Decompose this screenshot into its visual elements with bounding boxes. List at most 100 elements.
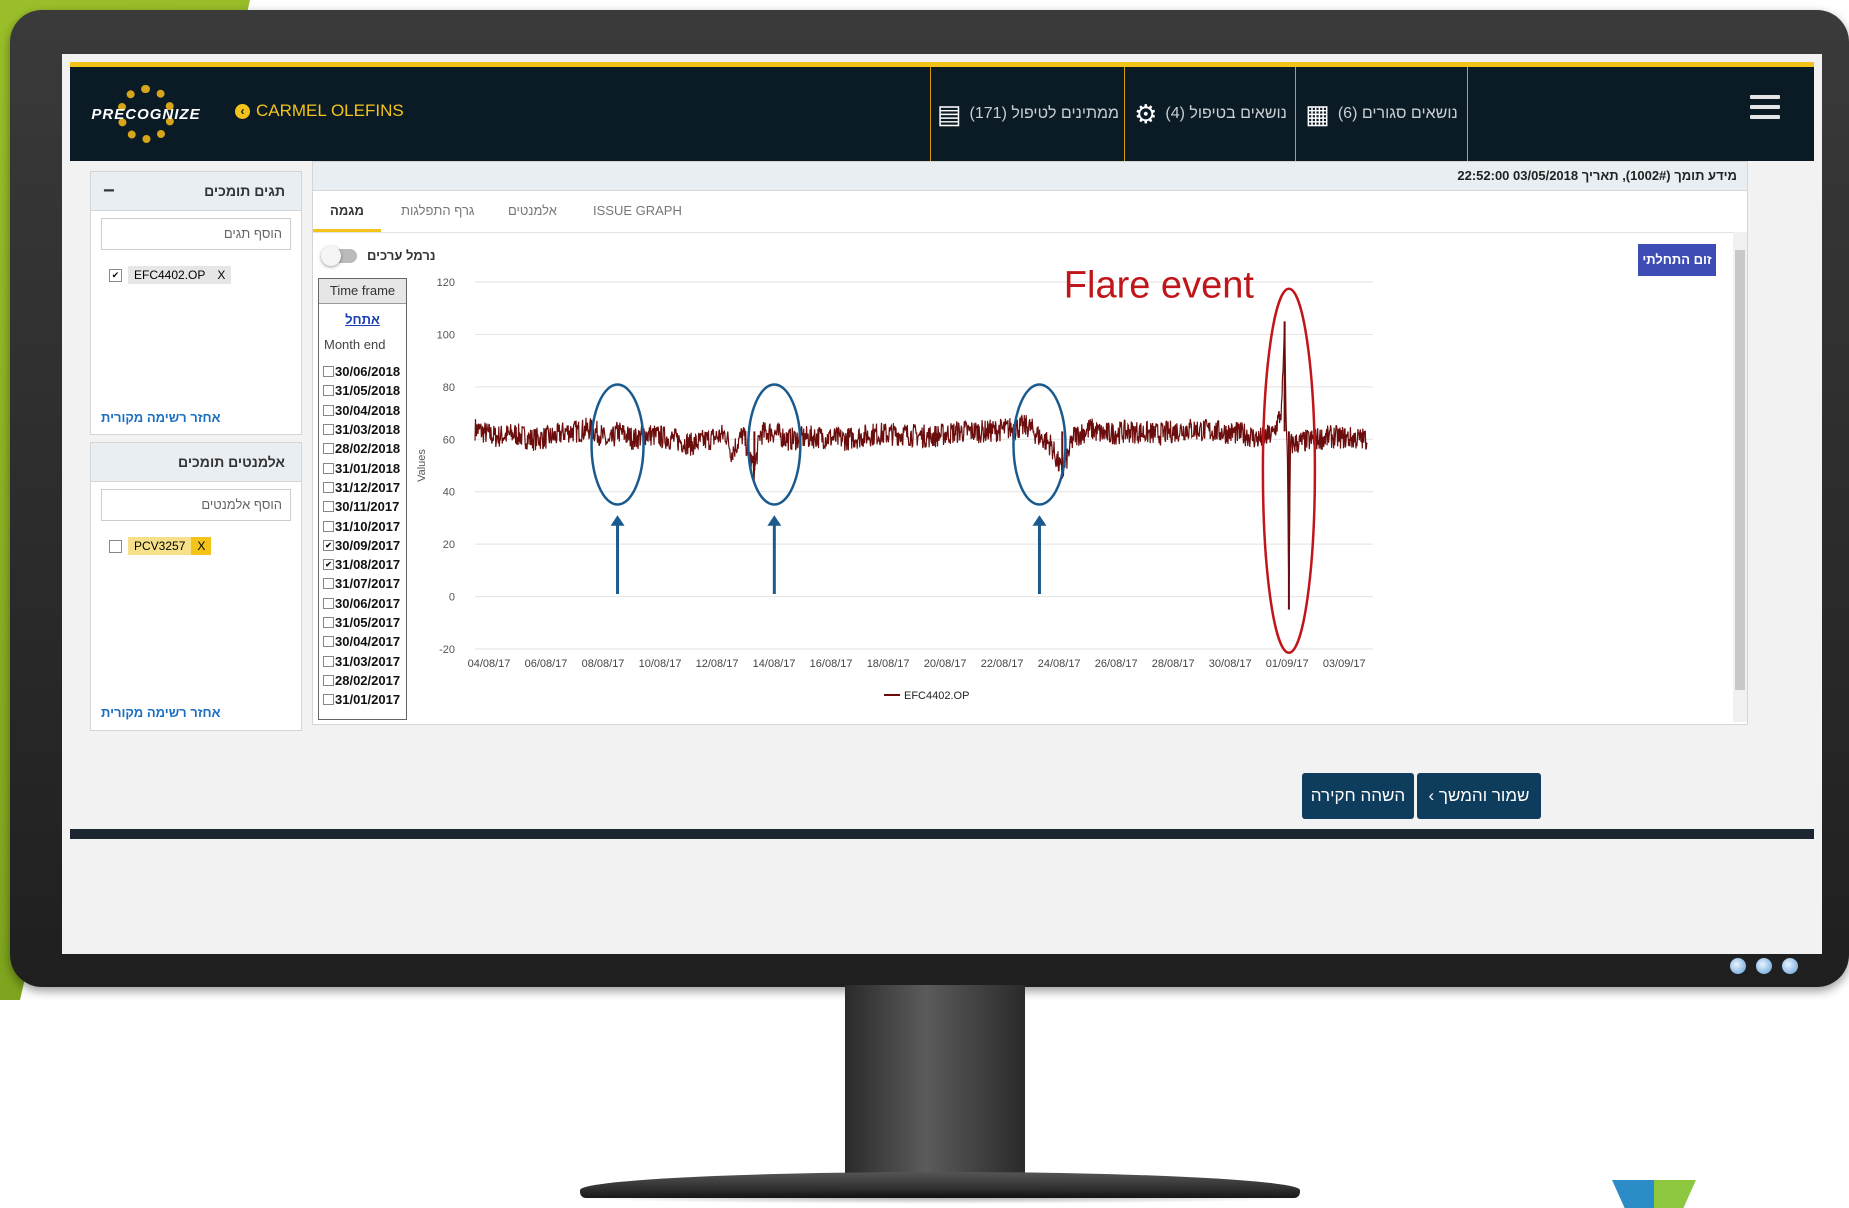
archive-icon: ▦ [1305, 98, 1330, 129]
timeframe-checkbox[interactable] [323, 462, 334, 474]
timeframe-checkbox[interactable] [323, 366, 334, 378]
timeframe-checkbox[interactable] [323, 424, 334, 436]
timeframe-item[interactable]: 31/05/2017 [319, 613, 406, 632]
y-tick-label: 20 [443, 539, 455, 551]
restore-list-link[interactable]: אחזר רשימה מקורית [101, 410, 221, 425]
timeframe-checkbox[interactable]: ✔ [323, 539, 334, 551]
bottom-status-bar [70, 829, 1814, 839]
timeframe-item[interactable]: 30/04/2017 [319, 632, 406, 651]
legend-label: EFC4402.OP [904, 690, 969, 702]
scrollbar[interactable] [1733, 232, 1747, 722]
timeframe-date: 31/05/2018 [335, 383, 401, 399]
timeframe-date: 31/07/2017 [335, 576, 401, 592]
timeframe-checkbox[interactable] [323, 520, 334, 532]
tab-trend[interactable]: מגמה [313, 190, 381, 232]
remove-tag-button[interactable]: X [211, 266, 232, 284]
timeframe-date: 31/10/2017 [335, 518, 401, 534]
timeframe-checkbox[interactable] [323, 443, 334, 455]
element-chip: PCV3257 X [109, 537, 212, 555]
save-continue-button[interactable]: שמור והמשך › [1417, 773, 1541, 819]
add-elements-input[interactable]: הוסף אלמנטים [101, 489, 291, 521]
timeframe-date: 30/04/2018 [335, 402, 401, 418]
nav-pending[interactable]: ▤ ממתינים לטיפול (171) [930, 67, 1125, 161]
timeframe-item[interactable]: 31/03/2018 [319, 420, 406, 439]
x-tick-label: 01/09/17 [1266, 658, 1309, 670]
logo[interactable]: PRECOGNIZE [84, 85, 208, 143]
plant-selector[interactable]: ‹ CARMEL OLEFINS [235, 101, 404, 121]
timeframe-checkbox[interactable] [323, 404, 334, 416]
scrollbar-thumb[interactable] [1735, 250, 1745, 690]
tag-chip: ✔ EFC4402.OP X [109, 266, 232, 284]
timeframe-item[interactable]: 31/07/2017 [319, 574, 406, 593]
timeframe-checkbox[interactable] [323, 597, 334, 609]
nav-closed[interactable]: ▦ נושאים סגורים (6) [1295, 67, 1468, 161]
x-tick-label: 28/08/17 [1152, 658, 1195, 670]
x-tick-label: 08/08/17 [582, 658, 625, 670]
normalize-label: נרמל ערכים [367, 248, 436, 263]
series-line-efc4402 [474, 324, 1368, 602]
reset-link[interactable]: אתחל [319, 312, 406, 327]
stand-shadow [560, 1190, 1320, 1204]
add-tags-input[interactable]: הוסף תגים [101, 218, 291, 250]
annotation-arrowhead [767, 515, 782, 526]
timeframe-list: 30/06/2018 31/05/2018 30/04/2018 31/03/2018… [319, 362, 406, 709]
timeframe-item[interactable]: 30/06/2017 [319, 594, 406, 613]
nav-in-progress-label: נושאים בטיפול (4) [1165, 105, 1287, 122]
timeframe-item[interactable]: 30/06/2018 [319, 362, 406, 381]
y-tick-label: 60 [443, 434, 455, 446]
timeframe-item[interactable]: 31/05/2018 [319, 381, 406, 400]
support-tags-panel: תגים תומכים − הוסף תגים ✔ EFC4402.OP X א… [90, 171, 302, 435]
trend-chart[interactable]: 120 100 80 60 40 20 0 -20 Values 04/08/17 06/08/17… [413, 265, 1423, 732]
tab-elements[interactable]: אלמנטים [508, 190, 557, 232]
timeframe-checkbox[interactable] [323, 694, 334, 706]
hamburger-icon[interactable] [1750, 95, 1780, 125]
tab-issue-graph[interactable]: ISSUE GRAPH [593, 190, 682, 232]
support-info-header: מידע תומך (1002#), תאריך 03/05/2018 22:5… [313, 162, 1747, 191]
timeframe-item[interactable]: ✔ 31/08/2017 [319, 555, 406, 574]
timeframe-item[interactable]: 28/02/2017 [319, 671, 406, 690]
tab-distribution[interactable]: גרף התפלגות [401, 190, 474, 232]
timeframe-checkbox[interactable]: ✔ [323, 559, 334, 571]
timeframe-checkbox[interactable] [323, 385, 334, 397]
x-tick-label: 03/09/17 [1323, 658, 1366, 670]
timeframe-checkbox[interactable] [323, 501, 334, 513]
element-checkbox[interactable] [109, 539, 122, 553]
y-tick-label: 80 [443, 382, 455, 394]
y-tick-label: 100 [437, 329, 455, 341]
collapse-button[interactable]: − [103, 172, 115, 210]
normalize-toggle[interactable] [321, 245, 357, 266]
nav-in-progress[interactable]: ⚙ נושאים בטיפול (4) [1124, 67, 1296, 161]
tag-checkbox[interactable]: ✔ [109, 268, 122, 282]
timeframe-item[interactable]: 30/04/2018 [319, 401, 406, 420]
timeframe-checkbox[interactable] [323, 617, 334, 628]
monitor-frame: PRECOGNIZE ‹ CARMEL OLEFINS ▤ ממתינים לט… [10, 10, 1849, 987]
timeframe-item[interactable]: ✔ 30/09/2017 [319, 536, 406, 555]
restore-list-link[interactable]: אחזר רשימה מקורית [101, 705, 221, 720]
timeframe-item[interactable]: 31/10/2017 [319, 516, 406, 535]
timeframe-checkbox[interactable] [323, 674, 334, 686]
timeframe-checkbox[interactable] [323, 636, 334, 648]
timeframe-checkbox[interactable] [323, 655, 334, 667]
monitor-indicator-lights [1730, 958, 1798, 974]
annotation-arrowhead [1032, 515, 1047, 526]
timeframe-date: 30/11/2017 [335, 499, 400, 515]
timeframe-checkbox[interactable] [323, 481, 334, 493]
remove-element-button[interactable]: X [191, 537, 212, 555]
timeframe-item[interactable]: 31/01/2017 [319, 690, 406, 709]
timeframe-checkbox[interactable] [323, 578, 334, 590]
x-tick-label: 12/08/17 [696, 658, 739, 670]
timeframe-item[interactable]: 31/03/2017 [319, 651, 406, 670]
timeframe-item[interactable]: 30/11/2017 [319, 497, 406, 516]
timeframe-date: 28/02/2018 [335, 441, 401, 457]
timeframe-item[interactable]: 31/01/2018 [319, 458, 406, 477]
reset-zoom-button[interactable]: זום התחלתי [1638, 244, 1716, 276]
timeframe-item[interactable]: 31/12/2017 [319, 478, 406, 497]
timeframe-item[interactable]: 28/02/2018 [319, 439, 406, 458]
x-tick-label: 22/08/17 [981, 658, 1024, 670]
pause-investigation-button[interactable]: השהה חקירה [1302, 773, 1414, 819]
timeframe-date: 31/03/2018 [335, 422, 401, 438]
nav-closed-label: נושאים סגורים (6) [1337, 105, 1458, 122]
monitor-stand-neck [845, 985, 1025, 1175]
highlight-circle [1012, 383, 1067, 506]
timeframe-title: Time frame [319, 279, 406, 304]
